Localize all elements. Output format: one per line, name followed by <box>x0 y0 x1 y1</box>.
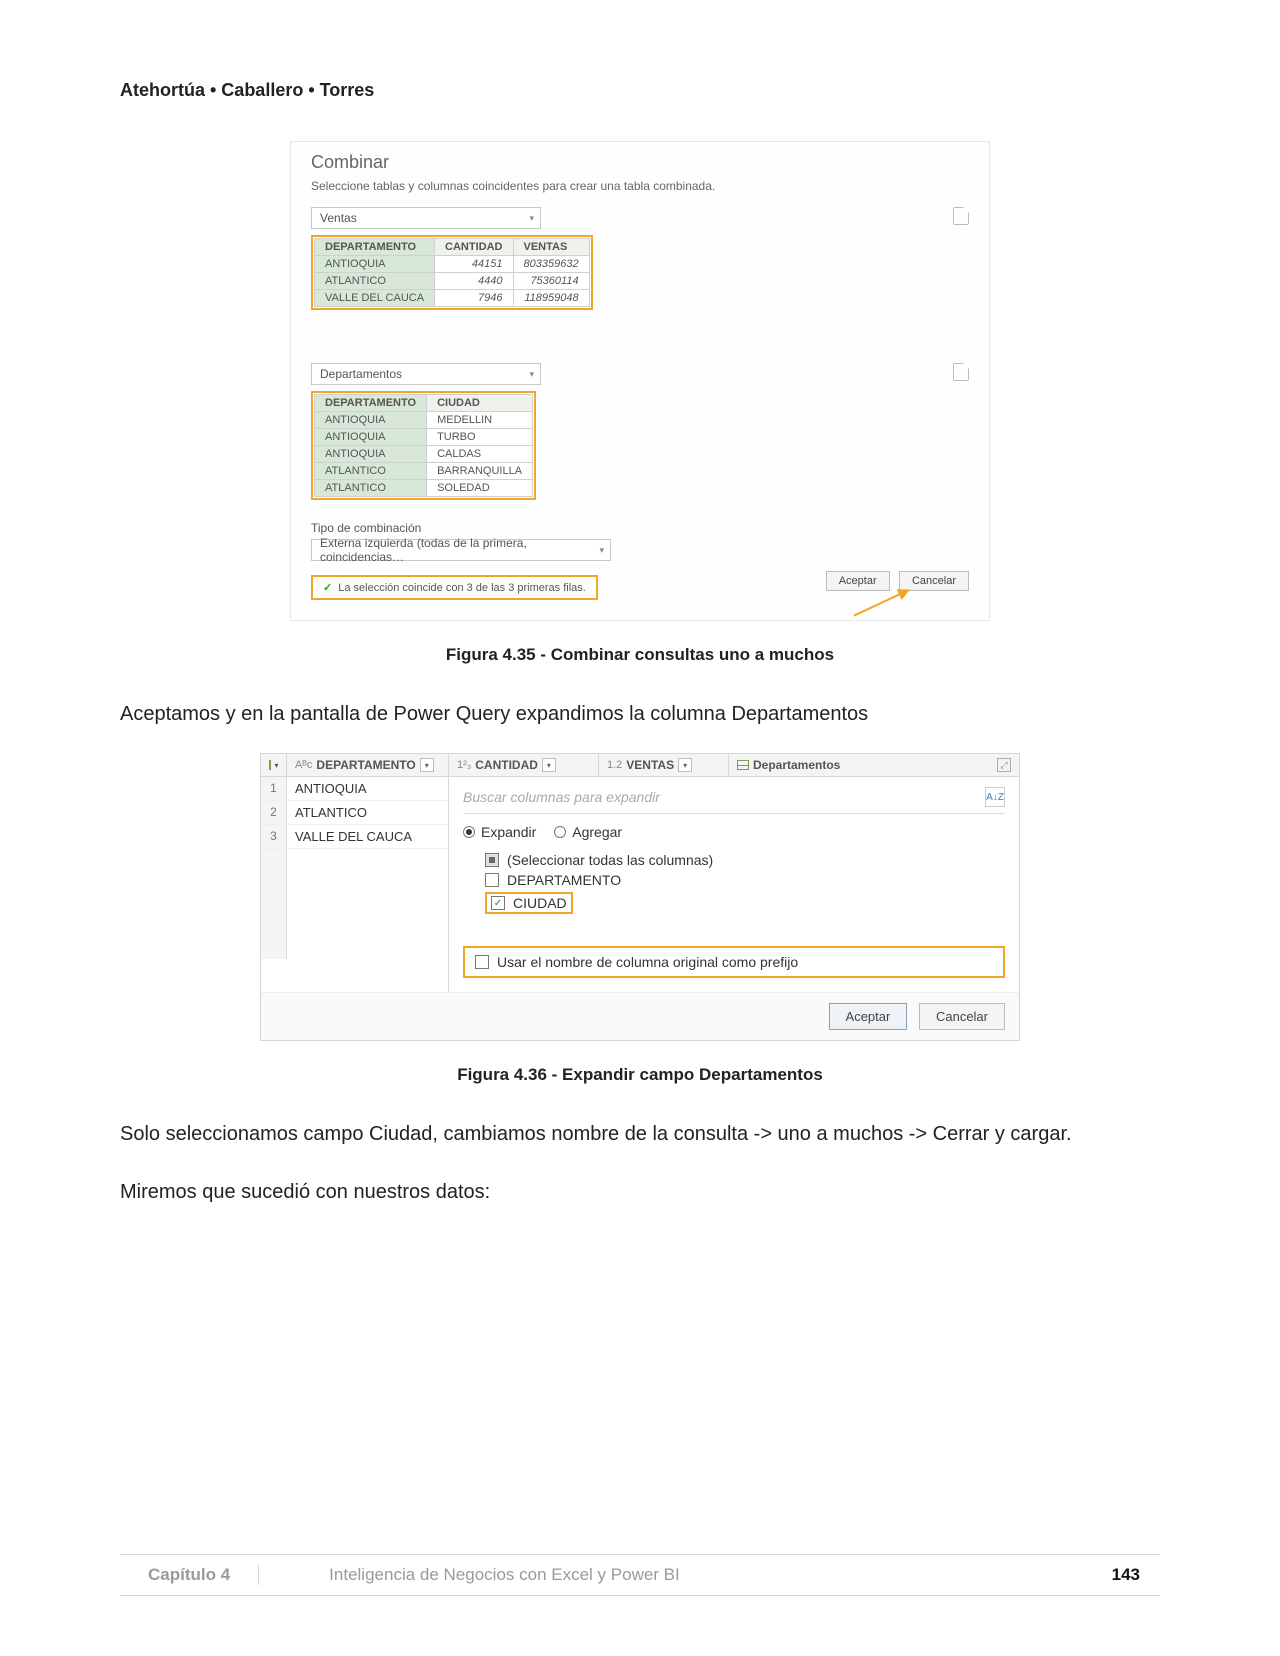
col-cantidad[interactable]: 1²₃ CANTIDAD ▾ <box>449 754 599 776</box>
t1-h1: CANTIDAD <box>435 239 513 256</box>
callout-arrow <box>853 589 908 616</box>
match-status-text: La selección coincide con 3 de las 3 pri… <box>338 582 586 594</box>
int-type-icon: 1²₃ <box>457 759 471 771</box>
figure-4-36-caption: Figura 4.36 - Expandir campo Departament… <box>120 1065 1160 1085</box>
table2-select[interactable]: Departamentos ▾ <box>311 363 541 385</box>
radio-icon <box>463 826 475 838</box>
dialog-subtitle: Seleccione tablas y columnas coincidente… <box>311 179 969 193</box>
chevron-down-icon: ▾ <box>529 213 534 224</box>
t2-h1: CIUDAD <box>427 395 533 412</box>
radio-icon <box>554 826 566 838</box>
combine-dialog: Combinar Seleccione tablas y columnas co… <box>290 141 990 621</box>
table2-preview: DEPARTAMENTO CIUDAD ANTIOQUIAMEDELLIN AN… <box>314 394 533 497</box>
cancel-button[interactable]: Cancelar <box>919 1003 1005 1030</box>
footer-chapter: Capítulo 4 <box>120 1565 259 1585</box>
col-option-departamento[interactable]: DEPARTAMENTO <box>485 870 1005 890</box>
chevron-down-icon: ▾ <box>529 369 534 380</box>
paragraph-1: Aceptamos y en la pantalla de Power Quer… <box>120 695 1160 733</box>
check-icon: ✓ <box>323 581 332 594</box>
radio-agregar[interactable]: Agregar <box>554 824 622 840</box>
table2-select-value: Departamentos <box>320 367 402 381</box>
filter-icon[interactable]: ▾ <box>678 758 692 772</box>
join-type-value: Externa izquierda (todas de la primera, … <box>320 536 599 564</box>
col-departamentos-expand[interactable]: Departamentos ⤢ <box>729 754 1019 776</box>
text-type-icon: Aᴮᴄ <box>295 759 312 771</box>
checkbox-checked-icon: ✓ <box>491 896 505 910</box>
sheet-icon <box>953 363 969 381</box>
filter-icon[interactable]: ▾ <box>542 758 556 772</box>
figure-4-35-caption: Figura 4.35 - Combinar consultas uno a m… <box>120 645 1160 665</box>
search-input[interactable]: Buscar columnas para expandir <box>463 789 660 805</box>
table2-highlight: DEPARTAMENTO CIUDAD ANTIOQUIAMEDELLIN AN… <box>311 391 536 500</box>
footer-book-title: Inteligencia de Negocios con Excel y Pow… <box>259 1565 1111 1585</box>
join-type-select[interactable]: Externa izquierda (todas de la primera, … <box>311 539 611 561</box>
col-departamento[interactable]: Aᴮᴄ DEPARTAMENTO ▾ <box>287 754 449 776</box>
use-prefix-option[interactable]: Usar el nombre de columna original como … <box>463 946 1005 978</box>
col-ventas[interactable]: 1.2 VENTAS ▾ <box>599 754 729 776</box>
paragraph-2: Solo seleccionamos campo Ciudad, cambiam… <box>120 1115 1160 1153</box>
table1-preview: DEPARTAMENTO CANTIDAD VENTAS ANTIOQUIA44… <box>314 238 590 307</box>
table-corner-icon[interactable]: ▾ <box>261 754 287 776</box>
checkbox-icon <box>475 955 489 969</box>
sort-az-icon[interactable]: A↓Z <box>985 787 1005 807</box>
sheet-icon <box>953 207 969 225</box>
expand-panel: ▾ Aᴮᴄ DEPARTAMENTO ▾ 1²₃ CANTIDAD ▾ 1.2 … <box>260 753 1020 1041</box>
paragraph-3: Miremos que sucedió con nuestros datos: <box>120 1173 1160 1211</box>
col-option-ciudad[interactable]: ✓ CIUDAD <box>485 890 1005 916</box>
table1-select-value: Ventas <box>320 211 357 225</box>
table1-select[interactable]: Ventas ▾ <box>311 207 541 229</box>
match-status: ✓ La selección coincide con 3 de las 3 p… <box>311 575 598 600</box>
chevron-down-icon: ▾ <box>599 545 604 556</box>
decimal-type-icon: 1.2 <box>607 759 622 771</box>
accept-button[interactable]: Aceptar <box>829 1003 908 1030</box>
running-head: Atehortúa • Caballero • Torres <box>120 80 1160 101</box>
dialog-title: Combinar <box>311 152 969 173</box>
expand-icon[interactable]: ⤢ <box>997 758 1011 772</box>
radio-expandir[interactable]: Expandir <box>463 824 536 840</box>
checkbox-icon <box>485 873 499 887</box>
filter-icon[interactable]: ▾ <box>420 758 434 772</box>
table-type-icon <box>737 760 749 770</box>
t1-h2: VENTAS <box>513 239 589 256</box>
accept-button[interactable]: Aceptar <box>826 571 890 591</box>
t1-h0: DEPARTAMENTO <box>315 239 435 256</box>
table1-highlight: DEPARTAMENTO CANTIDAD VENTAS ANTIOQUIA44… <box>311 235 593 310</box>
page-footer: Capítulo 4 Inteligencia de Negocios con … <box>120 1554 1160 1596</box>
join-type-label: Tipo de combinación <box>311 521 969 535</box>
t2-h0: DEPARTAMENTO <box>315 395 427 412</box>
checkbox-indeterminate-icon <box>485 853 499 867</box>
footer-page-number: 143 <box>1112 1565 1160 1585</box>
select-all-columns[interactable]: (Seleccionar todas las columnas) <box>485 850 1005 870</box>
left-rows: 1ANTIOQUIA 2ATLANTICO 3VALLE DEL CAUCA <box>261 777 449 992</box>
